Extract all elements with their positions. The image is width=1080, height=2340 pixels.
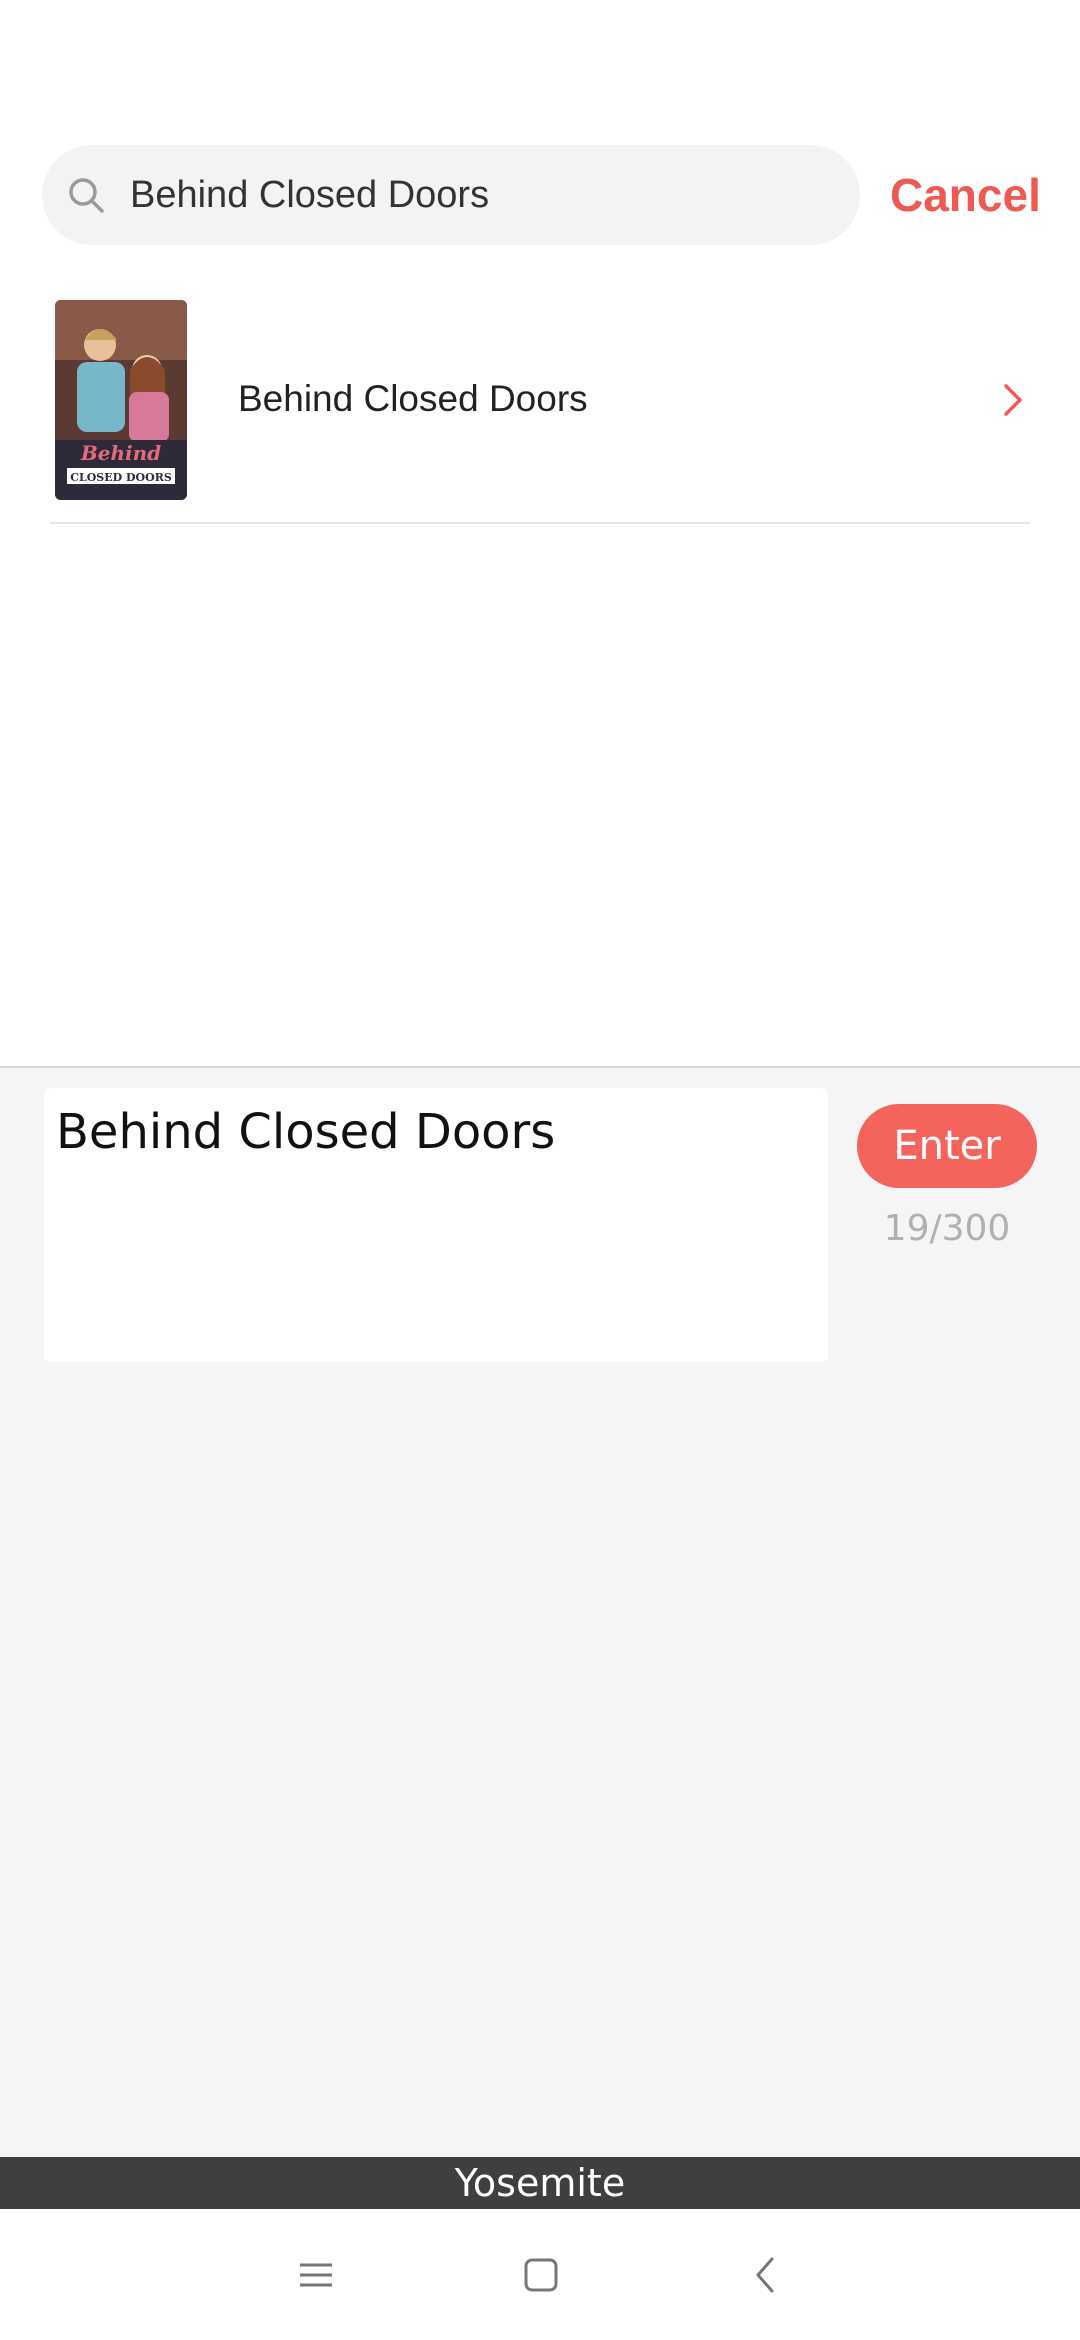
home-icon[interactable]: [511, 2245, 571, 2305]
search-icon: [69, 178, 104, 213]
system-navigation-bar: [0, 2209, 1080, 2340]
menu-icon[interactable]: [286, 2245, 346, 2305]
search-bar[interactable]: [42, 145, 860, 245]
chevron-right-icon: [1004, 384, 1022, 416]
text-input-area[interactable]: Behind Closed Doors: [44, 1088, 828, 1362]
screen: Cancel Behind CLOSED DOORS Behind Closed…: [0, 0, 1080, 2340]
keyboard-input-panel: Behind Closed Doors Enter 19/300: [0, 1066, 1080, 2157]
enter-button[interactable]: Enter: [857, 1104, 1037, 1188]
thumb-logo: Behind: [80, 441, 161, 465]
cancel-button[interactable]: Cancel: [890, 160, 1041, 230]
list-item[interactable]: Behind CLOSED DOORS Behind Closed Doors: [50, 298, 1030, 524]
book-cover-image: Behind CLOSED DOORS: [55, 300, 187, 500]
keyboard-name-label: Yosemite: [0, 2157, 1080, 2209]
back-icon[interactable]: [736, 2245, 796, 2305]
search-input[interactable]: [130, 145, 830, 245]
result-title: Behind Closed Doors: [238, 378, 588, 419]
thumb-caption: CLOSED DOORS: [70, 471, 172, 484]
character-counter: 19/300: [883, 1208, 1011, 1249]
